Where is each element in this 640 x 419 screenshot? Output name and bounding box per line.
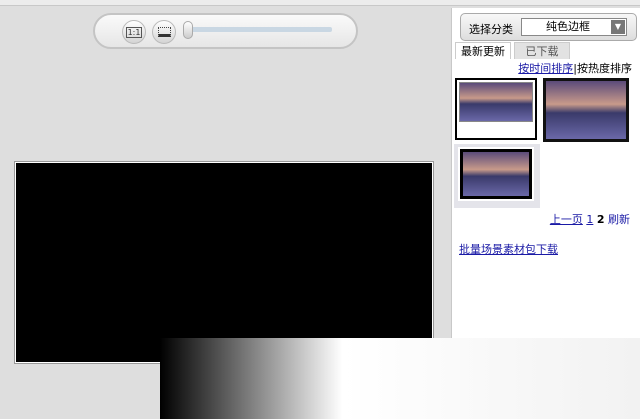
sort-by-time-link[interactable]: 按时间排序 <box>518 62 573 75</box>
bulk-download-link[interactable]: 批量场景素材包下载 <box>459 241 558 257</box>
prev-page-link[interactable]: 上一页 <box>550 213 583 226</box>
fit-screen-button[interactable] <box>152 20 176 44</box>
actual-size-icon: 1:1 <box>125 26 143 38</box>
category-select[interactable]: 纯色边框 ▼ <box>521 18 627 36</box>
monitor-icon <box>157 27 171 37</box>
thumbnail-3[interactable] <box>454 144 540 208</box>
category-label: 选择分类 <box>469 23 513 36</box>
actual-size-button[interactable]: 1:1 <box>122 20 146 44</box>
top-border <box>0 0 640 6</box>
category-selector: 选择分类 纯色边框 ▼ <box>460 13 637 41</box>
thumbnail-image <box>459 82 533 122</box>
material-panel: 选择分类 纯色边框 ▼ 最新更新 已下载 按时间排序|按热度排序 上一页 1 2 … <box>451 8 640 338</box>
tab-latest[interactable]: 最新更新 <box>455 42 511 59</box>
refresh-link[interactable]: 刷新 <box>608 213 630 226</box>
preview-canvas <box>14 161 434 364</box>
thumbnail-1[interactable] <box>455 78 537 140</box>
gradient-strip <box>160 338 640 419</box>
zoom-slider[interactable] <box>187 27 332 32</box>
zoom-toolbar: 1:1 <box>93 13 358 49</box>
page-1-link[interactable]: 1 <box>586 213 593 226</box>
thumbnail-2[interactable] <box>543 78 629 142</box>
tab-downloaded[interactable]: 已下载 <box>514 42 570 59</box>
sort-by-popularity[interactable]: 按热度排序 <box>577 62 632 75</box>
zoom-slider-thumb[interactable] <box>183 21 193 39</box>
dropdown-arrow-icon[interactable]: ▼ <box>611 20 625 34</box>
thumbnail-image <box>458 147 534 201</box>
pagination: 上一页 1 2 刷新 <box>550 211 630 227</box>
sort-options: 按时间排序|按热度排序 <box>518 60 632 76</box>
current-page: 2 <box>596 213 605 226</box>
category-value: 纯色边框 <box>546 20 590 33</box>
